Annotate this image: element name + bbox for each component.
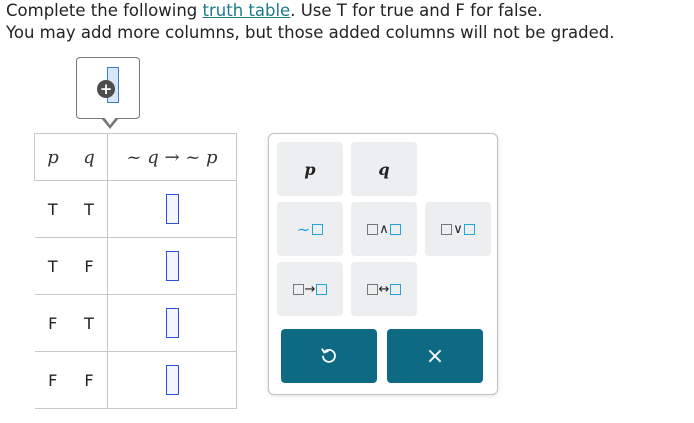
- callout-pointer: [101, 116, 119, 129]
- instructions: Complete the following truth table. Use …: [6, 0, 692, 44]
- key-q[interactable]: q: [351, 142, 417, 196]
- table-row: T T: [34, 180, 237, 238]
- header-p: p: [34, 133, 71, 181]
- placeholder-box-icon: [316, 283, 328, 295]
- answer-cell: [107, 351, 237, 409]
- placeholder-box-icon: [366, 283, 378, 295]
- iff-symbol: ↔: [378, 281, 390, 297]
- truth-table-link[interactable]: truth table: [203, 1, 291, 20]
- cell-p: F: [34, 294, 71, 352]
- placeholder-box-icon: [292, 283, 304, 295]
- cell-p: T: [34, 237, 71, 295]
- key-or[interactable]: ∨: [425, 202, 491, 256]
- key-p[interactable]: p: [277, 142, 343, 196]
- instruction-line-1: Complete the following truth table. Use …: [6, 0, 692, 22]
- implies-symbol: →: [304, 281, 316, 297]
- answer-cell: [107, 294, 237, 352]
- cell-p: F: [34, 351, 71, 409]
- instruction-text: Complete the following: [6, 1, 203, 20]
- key-label: q: [378, 159, 390, 179]
- add-column-button[interactable]: +: [76, 57, 140, 119]
- cell-q: F: [71, 237, 108, 295]
- placeholder-box-icon: [367, 223, 379, 235]
- key-label: p: [304, 159, 316, 179]
- symbol-keypad: p q ~ ∧ ∨ → ↔ ×: [268, 133, 498, 395]
- placeholder-box-icon: [441, 223, 453, 235]
- cell-q: T: [71, 180, 108, 238]
- undo-icon: [321, 348, 336, 363]
- answer-input[interactable]: [165, 365, 179, 395]
- table-row: T F: [34, 237, 237, 295]
- placeholder-box-icon: [312, 223, 324, 235]
- header-expression: ~ q → ~ p: [107, 133, 237, 181]
- truth-table: p q ~ q → ~ p T T T F F T F F: [34, 133, 237, 409]
- or-symbol: ∨: [453, 221, 463, 237]
- cell-q: T: [71, 294, 108, 352]
- cell-p: T: [34, 180, 71, 238]
- key-and[interactable]: ∧: [351, 202, 417, 256]
- answer-input[interactable]: [165, 308, 179, 338]
- answer-cell: [107, 180, 237, 238]
- table-header-row: p q ~ q → ~ p: [34, 133, 237, 181]
- instruction-line-2: You may add more columns, but those adde…: [6, 23, 615, 42]
- instruction-text: . Use T for true and F for false.: [290, 1, 543, 20]
- and-symbol: ∧: [379, 221, 389, 237]
- key-not[interactable]: ~: [277, 202, 343, 256]
- clear-button[interactable]: ×: [387, 329, 483, 383]
- table-row: F F: [34, 351, 237, 409]
- answer-input[interactable]: [165, 251, 179, 281]
- not-symbol: ~: [296, 219, 311, 239]
- header-q: q: [71, 133, 108, 181]
- answer-input[interactable]: [165, 194, 179, 224]
- placeholder-box-icon: [390, 283, 402, 295]
- key-implies[interactable]: →: [277, 262, 343, 316]
- close-icon: ×: [425, 343, 445, 369]
- answer-cell: [107, 237, 237, 295]
- placeholder-box-icon: [389, 223, 401, 235]
- plus-icon: +: [97, 80, 115, 98]
- cell-q: F: [71, 351, 108, 409]
- table-row: F T: [34, 294, 237, 352]
- undo-button[interactable]: [281, 329, 377, 383]
- key-iff[interactable]: ↔: [351, 262, 417, 316]
- placeholder-box-icon: [463, 223, 475, 235]
